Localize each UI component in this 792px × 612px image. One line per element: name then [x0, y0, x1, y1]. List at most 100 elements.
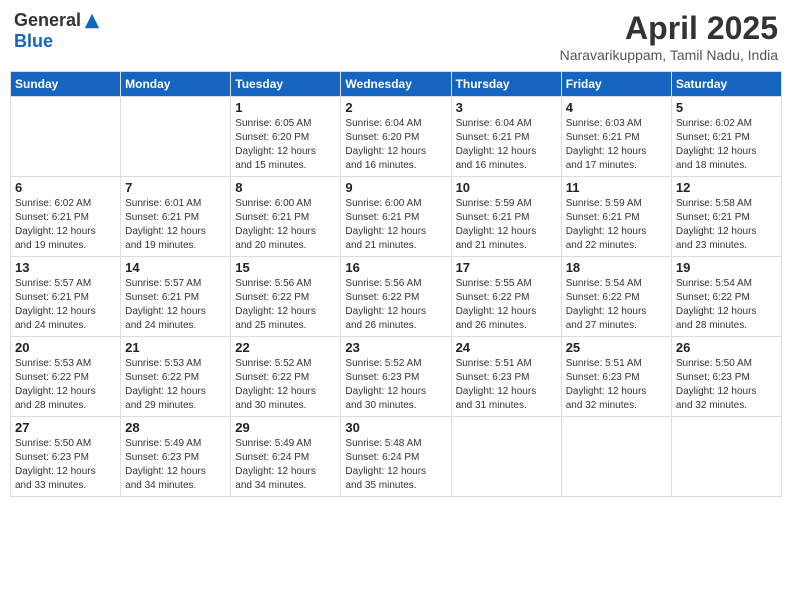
calendar-cell	[451, 417, 561, 497]
calendar-cell: 12Sunrise: 5:58 AM Sunset: 6:21 PM Dayli…	[671, 177, 781, 257]
calendar-cell: 18Sunrise: 5:54 AM Sunset: 6:22 PM Dayli…	[561, 257, 671, 337]
day-info: Sunrise: 5:56 AM Sunset: 6:22 PM Dayligh…	[235, 277, 336, 333]
logo: General Blue	[14, 10, 101, 52]
day-info: Sunrise: 6:02 AM Sunset: 6:21 PM Dayligh…	[676, 117, 777, 173]
calendar-cell: 7Sunrise: 6:01 AM Sunset: 6:21 PM Daylig…	[121, 177, 231, 257]
day-info: Sunrise: 5:50 AM Sunset: 6:23 PM Dayligh…	[676, 357, 777, 413]
day-info: Sunrise: 5:54 AM Sunset: 6:22 PM Dayligh…	[566, 277, 667, 333]
weekday-header: Tuesday	[231, 72, 341, 97]
day-info: Sunrise: 6:03 AM Sunset: 6:21 PM Dayligh…	[566, 117, 667, 173]
day-number: 8	[235, 180, 336, 195]
day-number: 14	[125, 260, 226, 275]
day-info: Sunrise: 5:48 AM Sunset: 6:24 PM Dayligh…	[345, 437, 446, 493]
day-info: Sunrise: 6:00 AM Sunset: 6:21 PM Dayligh…	[345, 197, 446, 253]
calendar-cell	[561, 417, 671, 497]
day-number: 16	[345, 260, 446, 275]
calendar-cell	[11, 97, 121, 177]
day-info: Sunrise: 6:05 AM Sunset: 6:20 PM Dayligh…	[235, 117, 336, 173]
page-header: General Blue April 2025 Naravarikuppam, …	[10, 10, 782, 63]
day-info: Sunrise: 5:59 AM Sunset: 6:21 PM Dayligh…	[456, 197, 557, 253]
calendar-cell: 30 Sunrise: 5:48 AM Sunset: 6:24 PM Dayli…	[341, 417, 451, 497]
calendar-cell: 15 Sunrise: 5:56 AM Sunset: 6:22 PM Dayli…	[231, 257, 341, 337]
day-info: Sunrise: 5:52 AM Sunset: 6:23 PM Dayligh…	[345, 357, 446, 413]
calendar-cell: 29Sunrise: 5:49 AM Sunset: 6:24 PM Dayli…	[231, 417, 341, 497]
calendar-cell: 5 Sunrise: 6:02 AM Sunset: 6:21 PM Daylig…	[671, 97, 781, 177]
calendar-cell: 2 Sunrise: 6:04 AM Sunset: 6:20 PM Daylig…	[341, 97, 451, 177]
calendar-week-row: 27 Sunrise: 5:50 AM Sunset: 6:23 PM Dayli…	[11, 417, 782, 497]
day-number: 27	[15, 420, 116, 435]
day-number: 17	[456, 260, 557, 275]
calendar-cell: 20 Sunrise: 5:53 AM Sunset: 6:22 PM Dayli…	[11, 337, 121, 417]
day-number: 2	[345, 100, 446, 115]
day-number: 13	[15, 260, 116, 275]
day-info: Sunrise: 5:54 AM Sunset: 6:22 PM Dayligh…	[676, 277, 777, 333]
day-info: Sunrise: 6:02 AM Sunset: 6:21 PM Dayligh…	[15, 197, 116, 253]
day-info: Sunrise: 5:58 AM Sunset: 6:21 PM Dayligh…	[676, 197, 777, 253]
weekday-header: Thursday	[451, 72, 561, 97]
day-number: 20	[15, 340, 116, 355]
calendar-cell: 22 Sunrise: 5:52 AM Sunset: 6:22 PM Dayli…	[231, 337, 341, 417]
day-number: 19	[676, 260, 777, 275]
day-info: Sunrise: 5:53 AM Sunset: 6:22 PM Dayligh…	[125, 357, 226, 413]
calendar-cell: 16 Sunrise: 5:56 AM Sunset: 6:22 PM Dayli…	[341, 257, 451, 337]
logo-general: General	[14, 10, 81, 31]
calendar-cell: 4 Sunrise: 6:03 AM Sunset: 6:21 PM Daylig…	[561, 97, 671, 177]
month-title: April 2025	[560, 10, 778, 47]
day-info: Sunrise: 5:55 AM Sunset: 6:22 PM Dayligh…	[456, 277, 557, 333]
calendar-cell: 25Sunrise: 5:51 AM Sunset: 6:23 PM Dayli…	[561, 337, 671, 417]
day-number: 21	[125, 340, 226, 355]
day-number: 28	[125, 420, 226, 435]
day-number: 9	[345, 180, 446, 195]
calendar-cell: 8 Sunrise: 6:00 AM Sunset: 6:21 PM Daylig…	[231, 177, 341, 257]
day-number: 15	[235, 260, 336, 275]
day-number: 30	[345, 420, 446, 435]
calendar-cell: 21 Sunrise: 5:53 AM Sunset: 6:22 PM Dayli…	[121, 337, 231, 417]
logo-icon	[83, 12, 101, 30]
calendar-week-row: 1 Sunrise: 6:05 AM Sunset: 6:20 PM Daylig…	[11, 97, 782, 177]
calendar-cell: 24Sunrise: 5:51 AM Sunset: 6:23 PM Dayli…	[451, 337, 561, 417]
title-section: April 2025 Naravarikuppam, Tamil Nadu, I…	[560, 10, 778, 63]
day-number: 3	[456, 100, 557, 115]
day-number: 10	[456, 180, 557, 195]
day-info: Sunrise: 5:59 AM Sunset: 6:21 PM Dayligh…	[566, 197, 667, 253]
day-info: Sunrise: 5:49 AM Sunset: 6:23 PM Dayligh…	[125, 437, 226, 493]
day-info: Sunrise: 6:00 AM Sunset: 6:21 PM Dayligh…	[235, 197, 336, 253]
calendar-cell: 26 Sunrise: 5:50 AM Sunset: 6:23 PM Dayli…	[671, 337, 781, 417]
calendar-cell: 23 Sunrise: 5:52 AM Sunset: 6:23 PM Dayli…	[341, 337, 451, 417]
calendar-cell: 17 Sunrise: 5:55 AM Sunset: 6:22 PM Dayli…	[451, 257, 561, 337]
day-number: 22	[235, 340, 336, 355]
calendar-table: SundayMondayTuesdayWednesdayThursdayFrid…	[10, 71, 782, 497]
calendar-cell: 3 Sunrise: 6:04 AM Sunset: 6:21 PM Daylig…	[451, 97, 561, 177]
day-info: Sunrise: 6:01 AM Sunset: 6:21 PM Dayligh…	[125, 197, 226, 253]
weekday-header: Monday	[121, 72, 231, 97]
day-info: Sunrise: 5:57 AM Sunset: 6:21 PM Dayligh…	[125, 277, 226, 333]
day-number: 26	[676, 340, 777, 355]
calendar-week-row: 13 Sunrise: 5:57 AM Sunset: 6:21 PM Dayli…	[11, 257, 782, 337]
day-info: Sunrise: 5:56 AM Sunset: 6:22 PM Dayligh…	[345, 277, 446, 333]
day-number: 24	[456, 340, 557, 355]
calendar-header-row: SundayMondayTuesdayWednesdayThursdayFrid…	[11, 72, 782, 97]
calendar-cell: 27 Sunrise: 5:50 AM Sunset: 6:23 PM Dayli…	[11, 417, 121, 497]
calendar-cell: 28 Sunrise: 5:49 AM Sunset: 6:23 PM Dayli…	[121, 417, 231, 497]
day-info: Sunrise: 5:50 AM Sunset: 6:23 PM Dayligh…	[15, 437, 116, 493]
day-info: Sunrise: 6:04 AM Sunset: 6:21 PM Dayligh…	[456, 117, 557, 173]
day-number: 1	[235, 100, 336, 115]
weekday-header: Friday	[561, 72, 671, 97]
logo-blue: Blue	[14, 31, 53, 52]
day-number: 5	[676, 100, 777, 115]
calendar-cell: 19 Sunrise: 5:54 AM Sunset: 6:22 PM Dayli…	[671, 257, 781, 337]
day-info: Sunrise: 5:52 AM Sunset: 6:22 PM Dayligh…	[235, 357, 336, 413]
calendar-cell: 1 Sunrise: 6:05 AM Sunset: 6:20 PM Daylig…	[231, 97, 341, 177]
day-number: 11	[566, 180, 667, 195]
day-number: 23	[345, 340, 446, 355]
day-info: Sunrise: 6:04 AM Sunset: 6:20 PM Dayligh…	[345, 117, 446, 173]
calendar-cell: 13Sunrise: 5:57 AM Sunset: 6:21 PM Dayli…	[11, 257, 121, 337]
weekday-header: Wednesday	[341, 72, 451, 97]
weekday-header: Sunday	[11, 72, 121, 97]
calendar-cell: 10 Sunrise: 5:59 AM Sunset: 6:21 PM Dayli…	[451, 177, 561, 257]
day-number: 6	[15, 180, 116, 195]
day-info: Sunrise: 5:53 AM Sunset: 6:22 PM Dayligh…	[15, 357, 116, 413]
day-number: 4	[566, 100, 667, 115]
day-number: 25	[566, 340, 667, 355]
calendar-cell: 11 Sunrise: 5:59 AM Sunset: 6:21 PM Dayli…	[561, 177, 671, 257]
